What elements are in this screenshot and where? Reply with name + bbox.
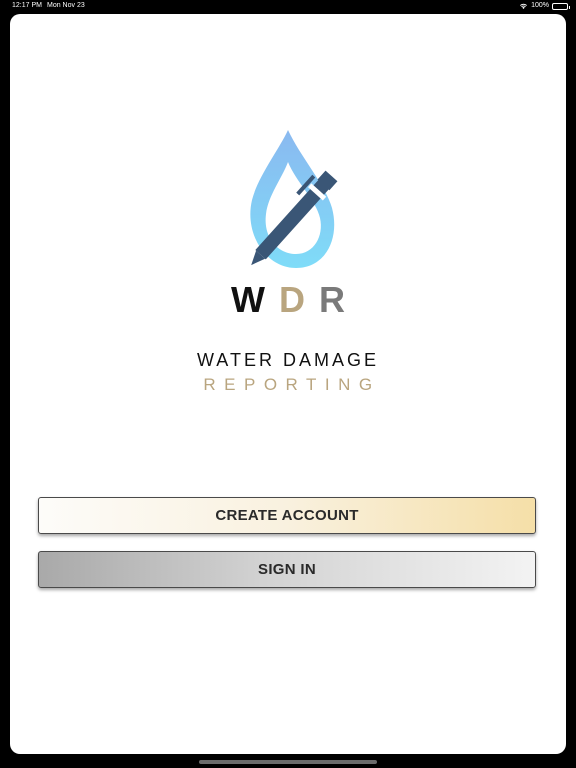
- wdr-wordmark: WDR: [10, 280, 566, 320]
- status-indicators: 100%: [519, 0, 570, 12]
- status-bar: 12:17 PM Mon Nov 23 100%: [0, 0, 576, 12]
- status-time: 12:17 PM: [12, 2, 42, 9]
- logo: [10, 126, 566, 281]
- battery-percent: 100%: [531, 2, 549, 9]
- water-drop-pen-icon: [250, 130, 338, 268]
- status-date: Mon Nov 23: [47, 2, 85, 9]
- wordmark-letter-r: R: [318, 279, 359, 320]
- sign-in-button[interactable]: SIGN IN: [38, 551, 536, 588]
- device-screen: 12:17 PM Mon Nov 23 100% WDR WATER DAMAG…: [0, 0, 576, 768]
- tagline-water-damage: WATER DAMAGE: [196, 350, 379, 370]
- battery-icon: [552, 2, 570, 10]
- tagline-reporting: REPORTING: [203, 375, 381, 394]
- wifi-icon: [520, 3, 528, 9]
- wordmark-letter-w: W: [231, 279, 279, 320]
- create-account-button[interactable]: CREATE ACCOUNT: [38, 497, 536, 534]
- welcome-sheet: WDR WATER DAMAGE REPORTING CREATE ACCOUN…: [10, 14, 566, 754]
- home-indicator[interactable]: [199, 760, 377, 764]
- wordmark-letter-d: D: [278, 279, 319, 320]
